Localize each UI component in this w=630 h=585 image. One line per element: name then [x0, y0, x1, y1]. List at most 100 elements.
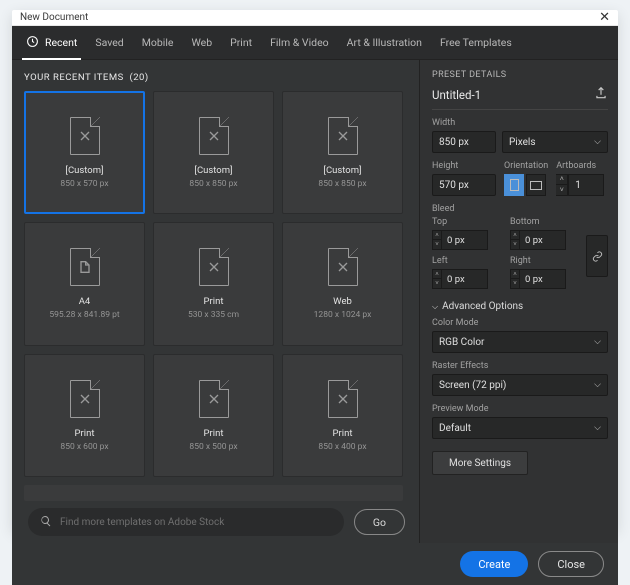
- new-document-dialog: New Document ✕ Recent Saved Mobile Web P…: [12, 10, 618, 530]
- bleed-label: Bleed: [432, 204, 608, 214]
- preset-card[interactable]: A4 595.28 x 841.89 pt: [24, 222, 145, 345]
- tab-mobile[interactable]: Mobile: [142, 36, 174, 49]
- bleed-bottom-stepper[interactable]: ˄˅: [510, 230, 520, 250]
- orientation-landscape[interactable]: [526, 174, 546, 196]
- preset-label: [Custom]: [323, 165, 361, 176]
- bleed-top-input[interactable]: 0 px: [442, 230, 488, 250]
- document-icon: [328, 248, 358, 286]
- preset-dims: 595.28 x 841.89 pt: [49, 310, 119, 320]
- dialog-footer: Create Close: [12, 543, 618, 585]
- preset-card[interactable]: Print 530 x 335 cm: [153, 222, 274, 345]
- advanced-options-label: Advanced Options: [442, 301, 523, 312]
- width-input[interactable]: 850 px: [432, 131, 496, 153]
- orientation-toggle: [504, 174, 548, 196]
- preset-dims: 850 x 850 px: [189, 179, 237, 189]
- preset-dims: 850 x 400 px: [318, 442, 366, 452]
- advanced-options-toggle[interactable]: ⌵ Advanced Options: [432, 301, 608, 312]
- preset-label: Print: [75, 428, 95, 439]
- preset-card[interactable]: Print 850 x 600 px: [24, 354, 145, 477]
- preset-details-panel: PRESET DETAILS Untitled-1 Width 850 px P…: [419, 60, 618, 543]
- preview-mode-value: Default: [439, 423, 471, 434]
- preset-label: Web: [333, 296, 352, 307]
- bleed-bottom-label: Bottom: [510, 217, 580, 227]
- bleed-left-label: Left: [432, 256, 502, 266]
- chevron-down-icon: ⌵: [594, 423, 601, 433]
- document-name-input[interactable]: Untitled-1: [432, 88, 481, 102]
- preset-card[interactable]: [Custom] 850 x 850 px: [282, 91, 403, 214]
- create-button[interactable]: Create: [460, 551, 528, 577]
- clock-icon: [26, 35, 39, 51]
- preset-dims: 850 x 600 px: [60, 442, 108, 452]
- preset-card[interactable]: Print 850 x 400 px: [282, 354, 403, 477]
- tab-label: Saved: [95, 36, 123, 49]
- artboards-input[interactable]: 1: [568, 174, 604, 196]
- close-button[interactable]: Close: [538, 551, 604, 577]
- preset-row-continuation: [24, 485, 403, 501]
- stock-search-input[interactable]: Find more templates on Adobe Stock: [28, 508, 344, 536]
- search-placeholder: Find more templates on Adobe Stock: [60, 517, 224, 528]
- units-value: Pixels: [509, 137, 536, 148]
- tab-label: Art & Illustration: [347, 36, 422, 49]
- tab-saved[interactable]: Saved: [95, 36, 123, 49]
- bleed-top-stepper[interactable]: ˄˅: [432, 230, 442, 250]
- preset-card[interactable]: [Custom] 850 x 570 px: [24, 91, 145, 214]
- height-input[interactable]: 570 px: [432, 174, 496, 196]
- units-select[interactable]: Pixels ⌵: [502, 131, 608, 153]
- tab-art-illustration[interactable]: Art & Illustration: [347, 36, 422, 49]
- raster-effects-value: Screen (72 ppi): [439, 380, 506, 391]
- tab-free-templates[interactable]: Free Templates: [440, 36, 512, 49]
- width-label: Width: [432, 118, 608, 128]
- height-label: Height: [432, 161, 496, 171]
- chevron-down-icon: ⌵: [594, 337, 601, 347]
- stepper-up-icon[interactable]: ˄: [556, 174, 568, 185]
- raster-effects-label: Raster Effects: [432, 361, 608, 371]
- bleed-left-stepper[interactable]: ˄˅: [432, 269, 442, 289]
- tab-web[interactable]: Web: [191, 36, 212, 49]
- bleed-right-label: Right: [510, 256, 580, 266]
- tab-label: Mobile: [142, 36, 174, 49]
- stepper-down-icon[interactable]: ˅: [556, 185, 568, 196]
- category-tabs: Recent Saved Mobile Web Print Film & Vid…: [12, 26, 618, 60]
- document-icon: [199, 248, 229, 286]
- chevron-down-icon: ⌵: [432, 302, 438, 312]
- artboards-stepper[interactable]: ˄ ˅: [556, 174, 568, 196]
- preset-dims: 1280 x 1024 px: [314, 310, 372, 320]
- tab-print[interactable]: Print: [230, 36, 252, 49]
- chevron-down-icon: ⌵: [594, 137, 601, 147]
- export-preset-icon[interactable]: [594, 86, 608, 103]
- preset-card[interactable]: [Custom] 850 x 850 px: [153, 91, 274, 214]
- bleed-bottom-input[interactable]: 0 px: [520, 230, 566, 250]
- presets-scroll[interactable]: [Custom] 850 x 570 px [Custom] 850 x 850…: [24, 91, 409, 501]
- recent-heading-text: YOUR RECENT ITEMS: [24, 72, 124, 83]
- color-mode-select[interactable]: RGB Color ⌵: [432, 331, 608, 353]
- bleed-link-toggle[interactable]: [586, 235, 608, 277]
- document-icon: [70, 380, 100, 418]
- bleed-right-stepper[interactable]: ˄˅: [510, 269, 520, 289]
- close-icon[interactable]: ✕: [599, 10, 610, 25]
- titlebar: New Document ✕: [12, 10, 618, 26]
- raster-effects-select[interactable]: Screen (72 ppi) ⌵: [432, 374, 608, 396]
- preset-dims: 850 x 500 px: [189, 442, 237, 452]
- orientation-portrait[interactable]: [504, 174, 524, 196]
- window-title: New Document: [20, 12, 88, 23]
- bleed-left-input[interactable]: 0 px: [442, 269, 488, 289]
- document-icon: [70, 248, 100, 286]
- search-icon: [40, 515, 52, 530]
- go-button[interactable]: Go: [354, 509, 405, 535]
- document-icon: [199, 117, 229, 155]
- preset-card[interactable]: Web 1280 x 1024 px: [282, 222, 403, 345]
- preset-label: [Custom]: [65, 165, 103, 176]
- bleed-right-input[interactable]: 0 px: [520, 269, 566, 289]
- tab-label: Film & Video: [270, 36, 329, 49]
- preset-label: A4: [79, 296, 91, 307]
- tab-film-video[interactable]: Film & Video: [270, 36, 329, 49]
- preset-card[interactable]: Print 850 x 500 px: [153, 354, 274, 477]
- preset-details-heading: PRESET DETAILS: [432, 70, 608, 80]
- orientation-label: Orientation: [504, 161, 548, 171]
- preset-dims: 530 x 335 cm: [188, 310, 239, 320]
- recent-heading: YOUR RECENT ITEMS (20): [24, 72, 409, 83]
- preset-label: Print: [204, 296, 224, 307]
- tab-recent[interactable]: Recent: [26, 35, 77, 51]
- preview-mode-select[interactable]: Default ⌵: [432, 417, 608, 439]
- more-settings-button[interactable]: More Settings: [432, 451, 528, 475]
